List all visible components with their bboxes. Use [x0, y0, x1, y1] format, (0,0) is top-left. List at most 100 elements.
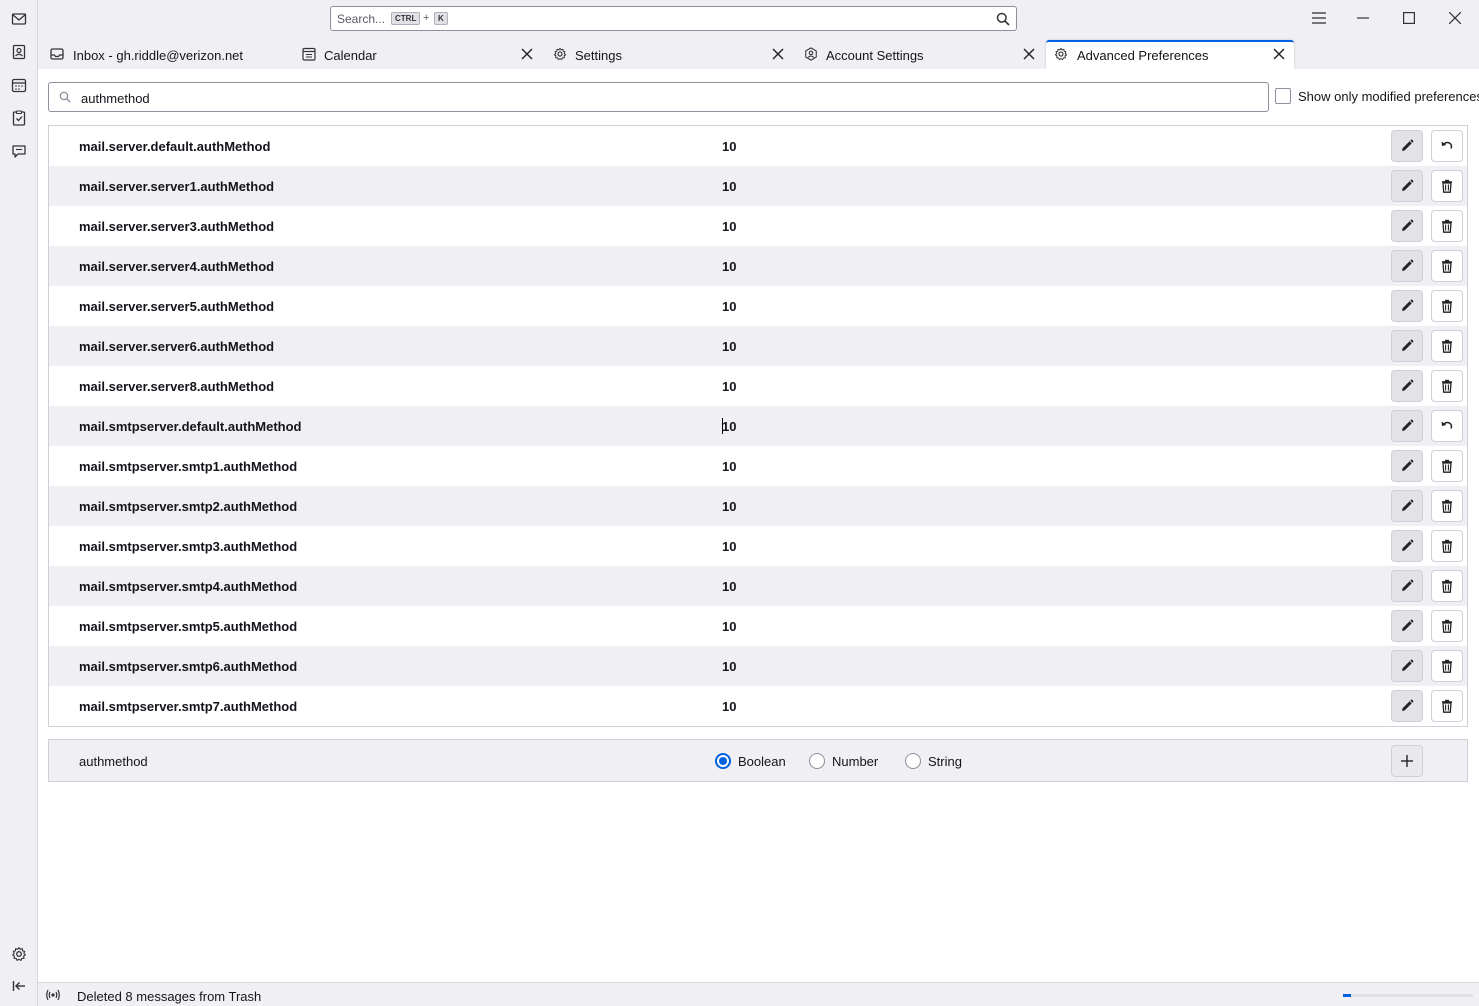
type-boolean-radio[interactable]: Boolean: [715, 753, 786, 769]
edit-button[interactable]: [1391, 690, 1423, 722]
preference-search-input[interactable]: authmethod: [48, 82, 1269, 112]
edit-button[interactable]: [1391, 610, 1423, 642]
edit-button[interactable]: [1391, 370, 1423, 402]
edit-button[interactable]: [1391, 290, 1423, 322]
pref-row[interactable]: mail.smtpserver.smtp2.authMethod 10: [49, 486, 1467, 526]
pref-value[interactable]: 10: [722, 619, 736, 634]
delete-button[interactable]: [1431, 690, 1463, 722]
delete-button[interactable]: [1431, 450, 1463, 482]
pref-value[interactable]: 10: [722, 179, 736, 194]
trash-icon: [1440, 219, 1454, 233]
edit-button[interactable]: [1391, 170, 1423, 202]
pref-row[interactable]: mail.smtpserver.default.authMethod 10: [49, 406, 1467, 446]
radio-label: Number: [832, 753, 879, 769]
pencil-icon: [1400, 299, 1414, 313]
pref-row[interactable]: mail.server.server5.authMethod 10: [49, 286, 1467, 326]
delete-button[interactable]: [1431, 650, 1463, 682]
maximize-icon[interactable]: [1398, 8, 1420, 28]
reset-button[interactable]: [1431, 130, 1463, 162]
radio-indicator[interactable]: [905, 753, 921, 769]
delete-button[interactable]: [1431, 530, 1463, 562]
pref-value[interactable]: 10: [722, 539, 736, 554]
tasks-space-icon[interactable]: [9, 108, 29, 128]
pref-row[interactable]: mail.smtpserver.smtp4.authMethod 10: [49, 566, 1467, 606]
delete-button[interactable]: [1431, 330, 1463, 362]
type-number-radio[interactable]: Number: [809, 753, 878, 769]
delete-button[interactable]: [1431, 290, 1463, 322]
delete-button[interactable]: [1431, 210, 1463, 242]
pref-value[interactable]: 10: [722, 699, 736, 714]
collapse-toolbar-icon[interactable]: [9, 976, 29, 996]
address-book-icon[interactable]: [9, 42, 29, 62]
delete-button[interactable]: [1431, 170, 1463, 202]
tab-settings[interactable]: Settings: [545, 40, 793, 69]
pref-row[interactable]: mail.smtpserver.smtp6.authMethod 10: [49, 646, 1467, 686]
edit-button[interactable]: [1391, 650, 1423, 682]
edit-button[interactable]: [1391, 530, 1423, 562]
chat-space-icon[interactable]: [9, 141, 29, 161]
pref-value[interactable]: 10: [722, 379, 736, 394]
pref-value[interactable]: 10: [722, 259, 736, 274]
edit-button[interactable]: [1391, 330, 1423, 362]
pref-row[interactable]: mail.server.default.authMethod 10: [49, 126, 1467, 166]
settings-gear-icon[interactable]: [9, 944, 29, 964]
close-tab-icon[interactable]: [1022, 47, 1036, 61]
radio-indicator[interactable]: [715, 753, 731, 769]
tab-advanced-preferences[interactable]: Advanced Preferences: [1046, 40, 1294, 69]
minimize-icon[interactable]: [1352, 8, 1374, 28]
search-icon[interactable]: [996, 12, 1010, 26]
edit-button[interactable]: [1391, 450, 1423, 482]
reset-button[interactable]: [1431, 410, 1463, 442]
edit-button[interactable]: [1391, 570, 1423, 602]
pencil-icon: [1400, 619, 1414, 633]
pref-value[interactable]: 10: [722, 459, 736, 474]
delete-button[interactable]: [1431, 250, 1463, 282]
delete-button[interactable]: [1431, 490, 1463, 522]
close-tab-icon[interactable]: [520, 47, 534, 61]
mail-space-icon[interactable]: [9, 9, 29, 29]
pref-row[interactable]: mail.server.server8.authMethod 10: [49, 366, 1467, 406]
pref-value[interactable]: 10: [722, 579, 736, 594]
edit-button[interactable]: [1391, 490, 1423, 522]
pref-value[interactable]: 10: [722, 419, 736, 434]
pref-row[interactable]: mail.smtpserver.smtp7.authMethod 10: [49, 686, 1467, 726]
show-modified-toggle[interactable]: Show only modified preferences: [1275, 88, 1479, 104]
pref-row[interactable]: mail.server.server4.authMethod 10: [49, 246, 1467, 286]
pref-value[interactable]: 10: [722, 339, 736, 354]
close-tab-icon[interactable]: [771, 47, 785, 61]
edit-button[interactable]: [1391, 410, 1423, 442]
pref-value[interactable]: 10: [722, 139, 736, 154]
edit-button[interactable]: [1391, 210, 1423, 242]
add-preference-button[interactable]: [1391, 745, 1423, 777]
app-menu-icon[interactable]: [1308, 8, 1330, 28]
pref-row[interactable]: mail.smtpserver.smtp1.authMethod 10: [49, 446, 1467, 486]
pencil-icon: [1400, 659, 1414, 673]
calendar-space-icon[interactable]: [9, 75, 29, 95]
online-status-icon[interactable]: [45, 988, 61, 1002]
close-tab-icon[interactable]: [1272, 47, 1286, 61]
account-gear-icon: [804, 47, 818, 61]
tab-inbox[interactable]: Inbox - gh.riddle@verizon.net: [42, 40, 292, 69]
edit-button[interactable]: [1391, 130, 1423, 162]
delete-button[interactable]: [1431, 370, 1463, 402]
delete-button[interactable]: [1431, 610, 1463, 642]
pref-row[interactable]: mail.server.server3.authMethod 10: [49, 206, 1467, 246]
show-modified-checkbox[interactable]: [1275, 88, 1291, 104]
pref-row[interactable]: mail.smtpserver.smtp5.authMethod 10: [49, 606, 1467, 646]
delete-button[interactable]: [1431, 570, 1463, 602]
type-string-radio[interactable]: String: [905, 753, 962, 769]
pref-value[interactable]: 10: [722, 219, 736, 234]
tab-account-settings[interactable]: Account Settings: [796, 40, 1044, 69]
pref-value[interactable]: 10: [722, 659, 736, 674]
pref-row[interactable]: mail.server.server6.authMethod 10: [49, 326, 1467, 366]
pref-row[interactable]: mail.server.server1.authMethod 10: [49, 166, 1467, 206]
radio-indicator[interactable]: [809, 753, 825, 769]
tab-calendar[interactable]: Calendar: [294, 40, 542, 69]
pref-value[interactable]: 10: [722, 499, 736, 514]
pref-row[interactable]: mail.smtpserver.smtp3.authMethod 10: [49, 526, 1467, 566]
window-close-icon[interactable]: [1444, 8, 1466, 28]
shortcut-k-key: K: [434, 12, 448, 25]
edit-button[interactable]: [1391, 250, 1423, 282]
pref-value[interactable]: 10: [722, 299, 736, 314]
global-search-input[interactable]: Search... CTRL + K: [330, 6, 1017, 31]
